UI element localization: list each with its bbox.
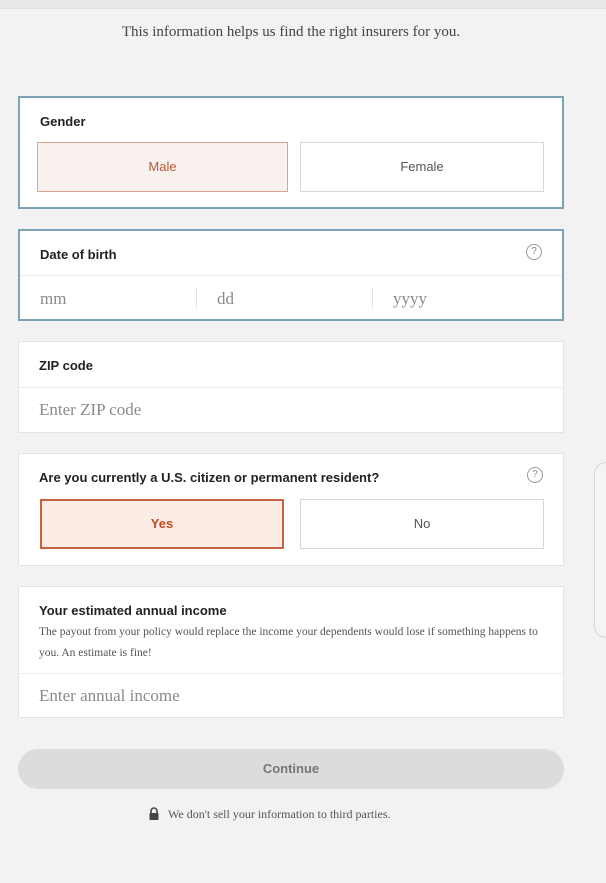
gender-card: Gender Male Female [18, 96, 564, 209]
income-input[interactable]: Enter annual income [39, 686, 180, 706]
zip-divider [19, 387, 563, 388]
income-divider [19, 673, 563, 674]
privacy-note: We don't sell your information to third … [148, 807, 391, 822]
question-circle-icon[interactable]: ? [526, 244, 542, 260]
income-description: The payout from your policy would replac… [39, 626, 538, 659]
income-card: Your estimated annual income The payout … [18, 586, 564, 718]
zip-input[interactable]: Enter ZIP code [39, 400, 141, 420]
gender-female-button[interactable]: Female [300, 142, 544, 192]
intro-text: This information helps us find the right… [121, 24, 461, 40]
dob-month-input[interactable]: mm [40, 289, 66, 309]
gender-male-button[interactable]: Male [37, 142, 288, 192]
citizen-label: Are you currently a U.S. citizen or perm… [39, 470, 380, 485]
dob-divider [20, 275, 562, 276]
zip-card: ZIP code Enter ZIP code [18, 341, 564, 433]
lock-icon [149, 807, 159, 820]
citizen-no-button[interactable]: No [300, 499, 544, 549]
privacy-text: We don't sell your information to third … [168, 807, 391, 821]
dob-day-input[interactable]: dd [217, 289, 234, 309]
question-circle-icon[interactable]: ? [527, 467, 543, 483]
continue-button[interactable]: Continue [18, 749, 564, 789]
dob-card: Date of birth ? mm dd yyyy [18, 229, 564, 321]
citizen-card: Are you currently a U.S. citizen or perm… [18, 453, 564, 566]
dob-separator [372, 287, 373, 309]
side-panel-tab[interactable] [594, 462, 606, 638]
top-border [0, 0, 606, 9]
income-label: Your estimated annual income [39, 603, 227, 618]
dob-separator [196, 287, 197, 309]
dob-label: Date of birth [40, 247, 117, 262]
gender-label: Gender [40, 114, 86, 129]
citizen-yes-button[interactable]: Yes [40, 499, 284, 549]
zip-label: ZIP code [39, 358, 93, 373]
dob-year-input[interactable]: yyyy [393, 289, 427, 309]
